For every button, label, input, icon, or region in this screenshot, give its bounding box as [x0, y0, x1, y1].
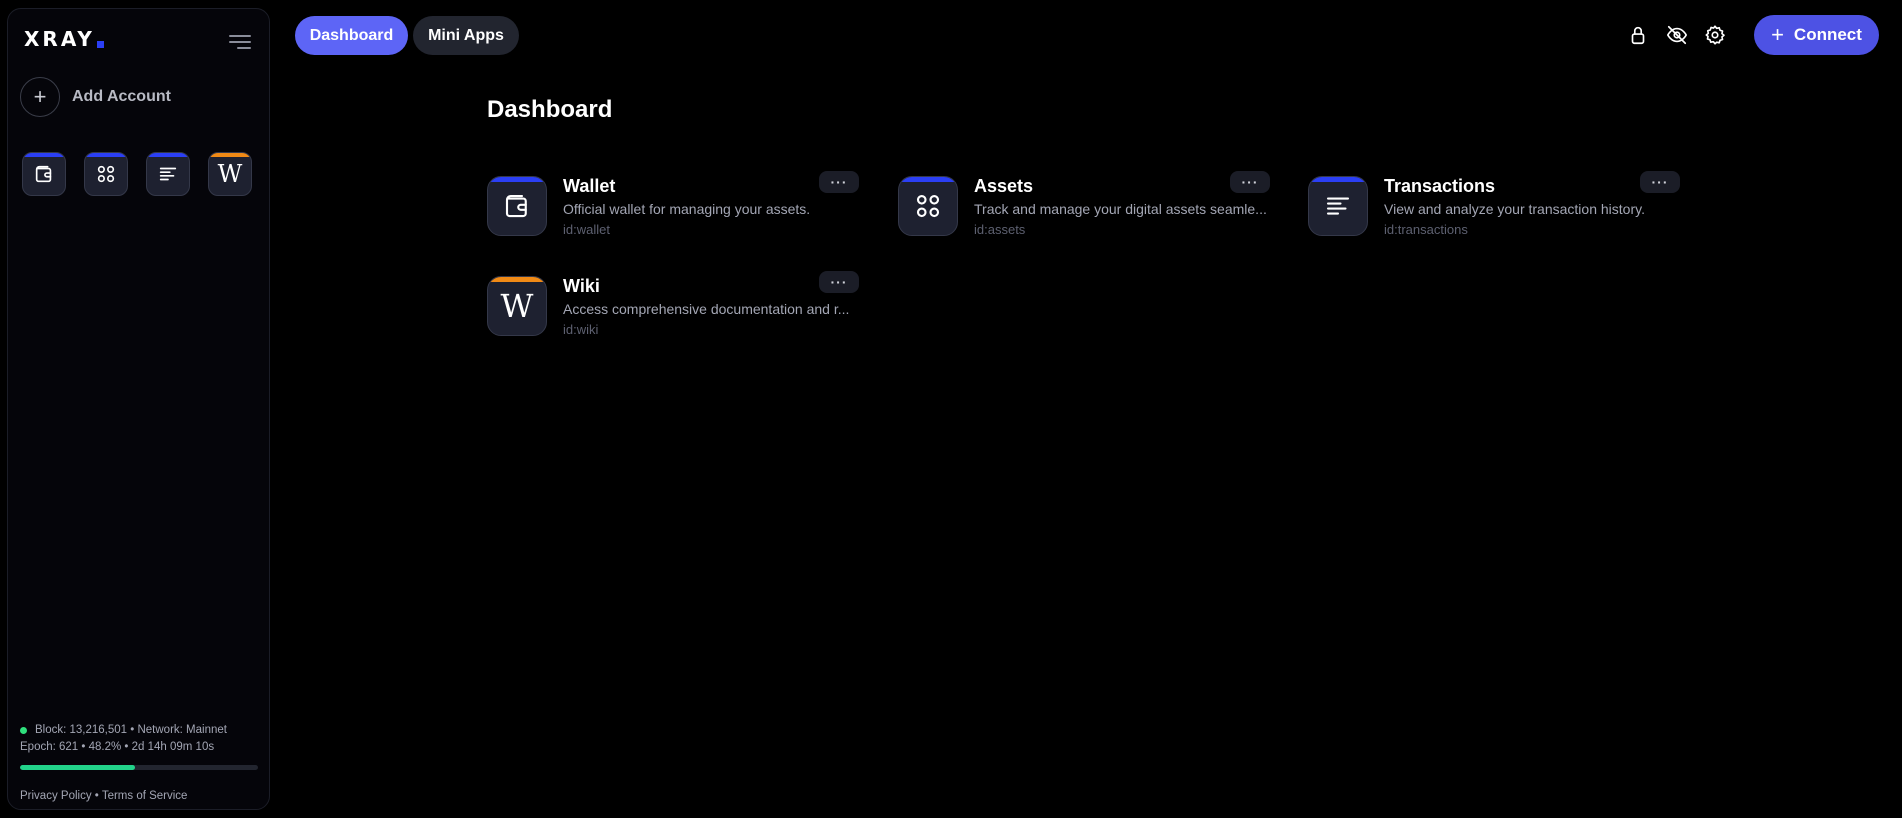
more-options-button[interactable]: ··· [819, 171, 859, 193]
app-card-assets: Assets Track and manage your digital ass… [898, 171, 1270, 246]
app-title[interactable]: Wallet [563, 176, 615, 197]
app-icon-wallet[interactable] [487, 176, 547, 236]
quick-app-assets[interactable] [84, 152, 128, 196]
app-title[interactable]: Wiki [563, 276, 600, 297]
menu-icon[interactable] [227, 33, 251, 51]
app-icon-transactions[interactable] [1308, 176, 1368, 236]
connect-button[interactable]: + Connect [1754, 15, 1879, 55]
more-options-button[interactable]: ··· [1640, 171, 1680, 193]
more-options-button[interactable]: ··· [1230, 171, 1270, 193]
logo[interactable]: XRAY [24, 27, 104, 51]
quick-app-transactions[interactable] [146, 152, 190, 196]
wiki-icon: W [217, 160, 243, 188]
tab-mini-apps[interactable]: Mini Apps [413, 16, 519, 55]
wallet-icon [505, 194, 527, 218]
page-title: Dashboard [487, 96, 613, 123]
app-title[interactable]: Assets [974, 176, 1033, 197]
app-description: View and analyze your transaction histor… [1384, 201, 1645, 217]
epoch-progress-fill [20, 765, 135, 770]
more-options-button[interactable]: ··· [819, 271, 859, 293]
legal-links: Privacy Policy • Terms of Service [20, 790, 187, 802]
wiki-icon: W [500, 287, 534, 325]
app-description: Official wallet for managing your assets… [563, 201, 811, 217]
logo-text: XRAY [24, 27, 95, 51]
wallet-icon [35, 165, 52, 183]
app-icon-wiki[interactable]: W [487, 276, 547, 336]
privacy-policy-link[interactable]: Privacy Policy [20, 790, 92, 802]
lock-icon[interactable] [1627, 24, 1649, 46]
logo-dot [96, 40, 104, 48]
network-status: Block: 13,216,501 • Network: Mainnet Epo… [20, 722, 227, 756]
quick-app-wiki[interactable]: W [208, 152, 252, 196]
epoch-text: Epoch: 621 • 48.2% • 2d 14h 09m 10s [20, 741, 215, 753]
list-icon [1326, 197, 1350, 215]
app-description: Access comprehensive documentation and r… [563, 301, 850, 317]
grid-icon [97, 165, 115, 183]
app-description: Track and manage your digital assets sea… [974, 201, 1267, 217]
eye-off-icon[interactable] [1666, 24, 1688, 46]
gear-icon[interactable] [1704, 24, 1726, 46]
app-title[interactable]: Transactions [1384, 176, 1495, 197]
sidebar: XRAY + Add Account W Block: 13,216,501 •… [7, 8, 270, 810]
add-account-label: Add Account [72, 88, 171, 105]
app-id: id:assets [974, 222, 1026, 237]
app-card-wallet: Wallet Official wallet for managing your… [487, 171, 859, 246]
quick-app-wallet[interactable] [22, 152, 66, 196]
quick-apps: W [22, 152, 252, 196]
app-id: id:transactions [1384, 222, 1468, 237]
app-card-transactions: Transactions View and analyze your trans… [1308, 171, 1680, 246]
app-id: id:wallet [563, 222, 610, 237]
tab-dashboard[interactable]: Dashboard [295, 16, 408, 55]
plus-icon: + [20, 77, 60, 117]
list-icon [159, 167, 177, 181]
legal-separator: • [94, 790, 99, 802]
app-id: id:wiki [563, 322, 599, 337]
grid-icon [916, 194, 940, 218]
block-network-text: Block: 13,216,501 • Network: Mainnet [35, 724, 227, 736]
terms-of-service-link[interactable]: Terms of Service [102, 790, 188, 802]
plus-icon: + [1771, 22, 1784, 47]
add-account-button[interactable]: + Add Account [20, 77, 171, 117]
app-card-wiki: W Wiki Access comprehensive documentatio… [487, 271, 859, 346]
app-icon-assets[interactable] [898, 176, 958, 236]
connect-label: Connect [1793, 25, 1862, 44]
status-indicator [20, 727, 27, 734]
epoch-progress-bar [20, 765, 258, 770]
